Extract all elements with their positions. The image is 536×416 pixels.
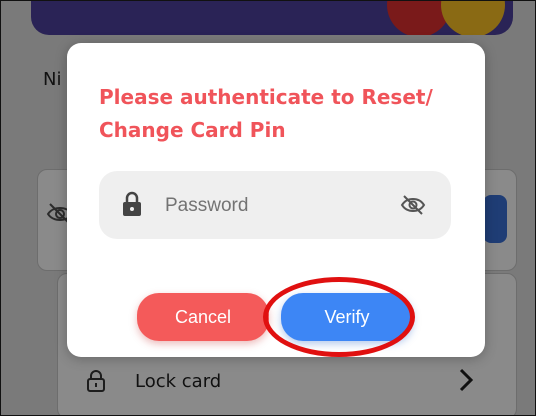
background-action-button — [483, 195, 507, 243]
lock-icon — [121, 191, 143, 217]
verify-button[interactable]: Verify — [281, 293, 413, 341]
lock-card-row: Lock card — [85, 361, 221, 401]
cancel-button[interactable]: Cancel — [137, 293, 269, 341]
password-field[interactable] — [99, 171, 451, 239]
screen-frame: Ni Lock card Please authenticate to Rese… — [0, 0, 536, 416]
card-brand-circle-yellow — [441, 1, 505, 35]
authenticate-dialog: Please authenticate to Reset/ Change Car… — [67, 43, 485, 357]
password-input[interactable] — [163, 189, 387, 223]
dialog-title: Please authenticate to Reset/ Change Car… — [99, 85, 433, 142]
chevron-right-icon — [457, 367, 475, 393]
nickname-label: Ni — [43, 69, 62, 90]
lock-icon — [85, 369, 107, 393]
eye-off-icon[interactable] — [399, 193, 427, 217]
lock-card-label: Lock card — [135, 370, 222, 392]
bank-card-visual — [31, 1, 513, 35]
